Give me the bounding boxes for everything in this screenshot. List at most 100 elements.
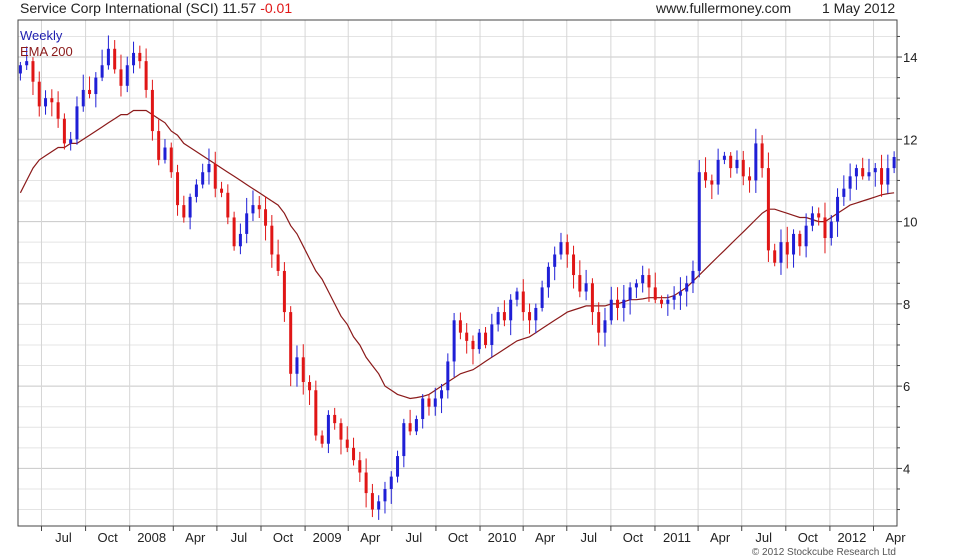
candle-body [584,283,588,292]
candle-body [685,283,689,292]
x-tick-label: Jul [406,530,423,545]
x-tick-label: Jul [580,530,597,545]
candle-body [226,192,230,218]
candle-body [389,476,393,489]
candle-body [465,332,469,341]
candle-body [597,312,601,333]
candle-body [622,299,626,308]
candle-body [559,242,563,255]
candle-body [842,188,846,197]
candle-body [754,143,758,181]
candle-body [578,275,582,292]
candle-body [892,156,896,169]
candle-body [282,270,286,313]
candle-body [220,188,224,193]
candle-body [672,295,676,300]
candle-body [207,163,211,173]
candle-body [854,168,858,177]
candle-body [704,172,708,181]
candle-body [496,312,500,325]
candle-body [333,414,337,424]
y-tick-label: 6 [903,379,910,394]
candle-body [345,439,349,448]
candle-body [880,168,884,185]
candle-body [18,65,22,74]
candle-body [810,213,814,226]
candle-body [251,205,255,214]
candle-body [628,287,632,300]
candle-body [609,299,613,321]
candle-body [194,184,198,197]
candle-body [396,456,400,477]
candle-body [433,398,437,407]
candle-body [823,217,827,239]
candle-body [163,147,167,160]
candle-body [471,340,475,350]
candle-body [509,299,513,321]
candle-body [81,89,85,107]
candle-body [144,61,148,90]
candle-body [408,423,412,432]
candle-body [722,155,726,160]
candle-body [773,250,777,263]
chart-date: 1 May 2012 [822,0,896,16]
candle-body [867,172,871,177]
x-tick-label: Oct [448,530,469,545]
price-change: -0.01 [260,0,293,16]
candle-body [653,287,657,300]
candle-body [817,213,821,218]
candle-body [886,168,890,185]
x-tick-label: Apr [185,530,206,545]
x-tick-label: Oct [273,530,294,545]
candle-body [647,275,651,288]
candle-body [502,312,506,321]
candle-body [106,48,110,66]
x-tick-label: Oct [97,530,118,545]
candle-body [427,398,431,407]
candle-body [697,172,701,271]
candle-body [257,205,261,210]
legend-ema: EMA 200 [20,44,73,59]
x-tick-label: 2008 [137,530,166,545]
candle-body [352,447,356,461]
website-label[interactable]: www.fullermoney.com [656,0,791,16]
candle-body [716,159,720,185]
candle-body [201,172,205,185]
candle-body [301,357,305,383]
candle-body [75,106,79,140]
candle-body [785,242,789,255]
x-tick-label: Apr [360,530,381,545]
candle-body [446,361,450,391]
candle-body [710,180,714,185]
candle-body [553,254,557,267]
candle-body [484,332,488,345]
x-tick-label: Apr [710,530,731,545]
x-tick-label: Jul [755,530,772,545]
last-price: 11.57 [222,0,257,16]
candle-body [44,98,48,107]
candle-body [792,233,796,255]
y-tick-label: 14 [903,50,917,65]
candle-body [735,159,739,169]
candle-body [515,291,519,300]
candle-body [264,209,268,226]
candle-body [358,460,362,473]
candle-body [132,52,136,66]
candle-body [276,254,280,271]
candle-body [691,270,695,284]
chart-title: Service Corp International (SCI) 11.57 -… [20,0,292,16]
plot-background [18,20,897,526]
x-tick-label: 2011 [663,530,691,545]
candle-body [150,89,154,132]
x-tick-label: 2012 [837,530,866,545]
candle-body [534,307,538,321]
candle-body [660,299,664,304]
candle-body [798,233,802,247]
candle-body [766,168,770,251]
candle-body [402,423,406,457]
candle-body [666,299,670,304]
candle-body [748,176,752,181]
price-chart: 4 6 8 10 12 14 Jul Oct 2008 Apr Jul Oct 2009 Apr Jul O… [17,19,917,545]
candle-body [414,419,418,432]
candle-body [232,217,236,247]
